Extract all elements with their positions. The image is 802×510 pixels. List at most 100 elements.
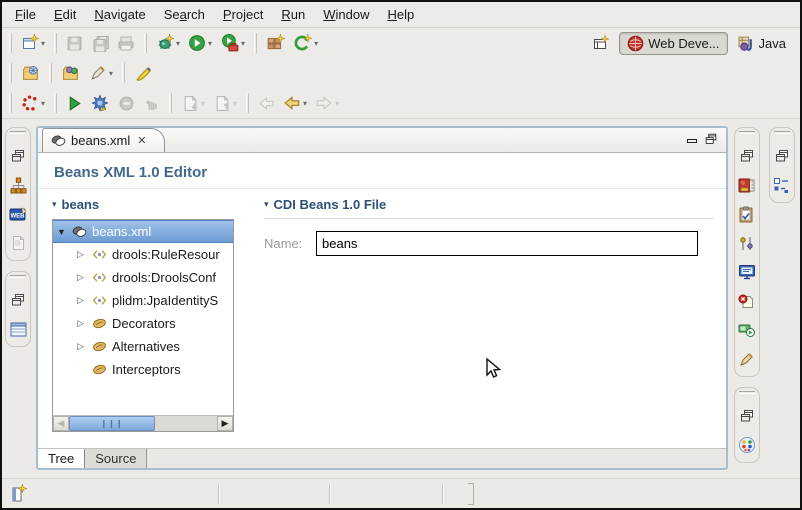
next-annotation-button[interactable]: ▾ xyxy=(178,93,208,114)
editor-tab-beans-xml[interactable]: beans.xml ✕ xyxy=(42,128,166,152)
restore-view-button[interactable] xyxy=(772,147,792,165)
rail-drag-handle[interactable] xyxy=(738,391,755,394)
restore-view-button[interactable] xyxy=(8,147,28,165)
table-view-button[interactable] xyxy=(8,320,28,338)
menu-run[interactable]: Run xyxy=(272,4,314,25)
debug-launch-button[interactable] xyxy=(88,92,113,114)
notes-view-button[interactable] xyxy=(8,234,28,252)
servers-view-button[interactable] xyxy=(737,321,757,339)
new-javaee-component-button[interactable] xyxy=(263,32,288,54)
rail-drag-handle[interactable] xyxy=(10,131,26,134)
rail-drag-handle[interactable] xyxy=(773,131,790,134)
mark-pen-button[interactable]: ▾ xyxy=(85,63,116,84)
rail-drag-handle[interactable] xyxy=(10,275,26,278)
menu-help[interactable]: Help xyxy=(378,4,423,25)
open-type-button[interactable] xyxy=(58,63,83,84)
print-button[interactable] xyxy=(114,33,138,54)
profile-button[interactable]: ▾ xyxy=(18,92,48,114)
toolbar-grip[interactable] xyxy=(54,33,58,53)
step-button[interactable] xyxy=(140,93,163,114)
tree-section-header[interactable]: ▾ beans xyxy=(52,197,244,212)
outline-view-button[interactable] xyxy=(772,176,792,194)
minimize-icon[interactable] xyxy=(687,138,697,143)
menu-window[interactable]: Window xyxy=(314,4,378,25)
twisty-collapsed-icon[interactable]: ▷ xyxy=(77,341,92,352)
new-wizard-button[interactable]: ▾ xyxy=(18,32,48,54)
cdi-section-header[interactable]: ▾ CDI Beans 1.0 File xyxy=(264,197,714,219)
restore-view-button[interactable] xyxy=(737,147,757,165)
menu-search[interactable]: Search xyxy=(155,4,214,25)
menu-project[interactable]: Project xyxy=(214,4,272,25)
save-button[interactable] xyxy=(63,33,86,54)
twisty-collapsed-icon[interactable]: ▷ xyxy=(77,318,92,329)
tree-row-interceptors[interactable]: Interceptors xyxy=(53,358,233,381)
web-view-button[interactable]: WEB xyxy=(8,205,28,223)
restore-icon xyxy=(774,148,790,164)
twisty-collapsed-icon[interactable]: ▷ xyxy=(77,249,92,260)
resume-button[interactable] xyxy=(63,93,86,114)
toolbar-grip[interactable] xyxy=(144,33,148,53)
previous-annotation-button[interactable]: ▾ xyxy=(210,93,240,114)
tree-row-drools-droolsconfig[interactable]: ▷ drools:DroolsConf xyxy=(53,266,233,289)
section-collapse-icon[interactable]: ▾ xyxy=(264,199,269,210)
maximize-restore-icon[interactable] xyxy=(704,132,718,146)
run-external-tools-button[interactable]: ▾ xyxy=(217,32,248,54)
toolbar-grip[interactable] xyxy=(49,63,52,83)
scroll-right-button[interactable]: ▶ xyxy=(217,416,233,431)
menu-file[interactable]: File xyxy=(6,4,45,25)
console-view-button[interactable] xyxy=(737,263,757,281)
problems-view-button[interactable] xyxy=(737,292,757,310)
fast-view-new-icon[interactable] xyxy=(10,483,28,504)
outline-icon xyxy=(774,177,788,193)
menu-navigate[interactable]: Navigate xyxy=(85,4,154,25)
rail-drag-handle[interactable] xyxy=(738,131,755,134)
tab-source[interactable]: Source xyxy=(85,449,148,468)
palette-colors-view-button[interactable] xyxy=(737,436,757,454)
toolbar-grip[interactable] xyxy=(9,63,12,83)
tree-row-drools-ruleresources[interactable]: ▷ drools:RuleResour xyxy=(53,243,233,266)
terminate-button[interactable] xyxy=(115,93,138,114)
open-web-browser-button[interactable] xyxy=(18,63,43,84)
restore-view-button[interactable] xyxy=(737,407,757,425)
hierarchy-view-button[interactable] xyxy=(8,176,28,194)
perspective-web-development[interactable]: Web Deve... xyxy=(619,31,728,55)
toolbar-grip[interactable] xyxy=(246,93,250,113)
section-collapse-icon[interactable]: ▾ xyxy=(52,199,57,210)
tab-tree[interactable]: Tree xyxy=(38,449,86,468)
perspective-java[interactable]: Java xyxy=(734,33,790,54)
toolbar-grip[interactable] xyxy=(169,93,173,113)
menu-edit[interactable]: Edit xyxy=(45,4,85,25)
restore-view-button[interactable] xyxy=(8,291,28,309)
snippets-view-button[interactable] xyxy=(737,350,757,368)
tasks-view-button[interactable] xyxy=(737,205,757,223)
twisty-expanded-icon[interactable]: ▼ xyxy=(57,227,72,237)
scrollbar-track[interactable] xyxy=(155,416,217,431)
toolbar-grip[interactable] xyxy=(9,93,12,113)
tree-row-beans-xml[interactable]: ▼ beans.xml xyxy=(53,220,233,243)
toolbar-grip[interactable] xyxy=(9,33,12,53)
scrollbar-thumb[interactable]: ❙❙❙ xyxy=(69,416,155,431)
save-all-button[interactable] xyxy=(88,33,112,54)
right-view-rail-inner xyxy=(730,119,763,478)
last-edit-location-button[interactable] xyxy=(255,93,278,114)
properties-view-button[interactable] xyxy=(737,234,757,252)
forward-button[interactable]: ▾ xyxy=(312,92,342,114)
tree-row-plidm-jpaidentity[interactable]: ▷ plidm:JpaIdentityS xyxy=(53,289,233,312)
twisty-collapsed-icon[interactable]: ▷ xyxy=(77,295,92,306)
tree-row-decorators[interactable]: ▷ Decorators xyxy=(53,312,233,335)
back-button[interactable]: ▾ xyxy=(280,92,310,114)
close-icon[interactable]: ✕ xyxy=(137,134,146,147)
palette-view-button[interactable] xyxy=(737,176,757,194)
scroll-left-button[interactable]: ◀ xyxy=(53,416,69,431)
highlighter-button[interactable] xyxy=(131,63,156,84)
open-perspective-button[interactable] xyxy=(588,32,612,54)
toolbar-grip[interactable] xyxy=(54,93,58,113)
name-input[interactable] xyxy=(316,231,698,256)
twisty-collapsed-icon[interactable]: ▷ xyxy=(77,272,92,283)
toolbar-grip[interactable] xyxy=(254,33,258,53)
run-button[interactable]: ▾ xyxy=(185,32,215,54)
debug-button[interactable]: ▾ xyxy=(153,32,183,54)
tree-row-alternatives[interactable]: ▷ Alternatives xyxy=(53,335,233,358)
toolbar-grip[interactable] xyxy=(122,63,126,83)
refresh-button[interactable]: ▾ xyxy=(290,32,321,54)
